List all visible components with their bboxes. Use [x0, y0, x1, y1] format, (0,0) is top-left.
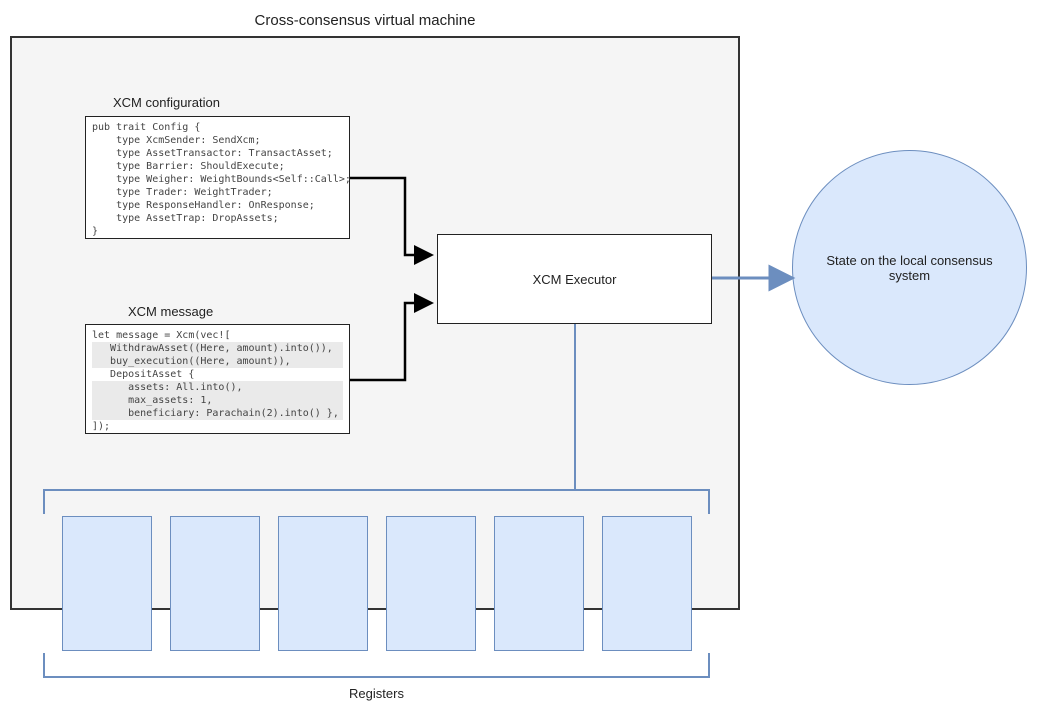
executor-box: XCM Executor: [437, 234, 712, 324]
registers-bracket-top: [43, 489, 710, 514]
code-line: ]);: [92, 420, 343, 433]
register-slot: [170, 516, 260, 651]
register-slot: [386, 516, 476, 651]
config-label: XCM configuration: [113, 95, 220, 110]
registers-bracket-bottom: [43, 653, 710, 678]
register-slot: [494, 516, 584, 651]
message-code-box: let message = Xcm(vec![ WithdrawAsset((H…: [85, 324, 350, 434]
config-code-box: pub trait Config { type XcmSender: SendX…: [85, 116, 350, 239]
register-slot: [278, 516, 368, 651]
code-line: beneficiary: Parachain(2).into() },: [92, 407, 343, 420]
registers-label: Registers: [43, 686, 710, 701]
diagram-root: Cross-consensus virtual machine XCM conf…: [0, 0, 1043, 711]
state-circle: State on the local consensus system: [792, 150, 1027, 385]
code-line: assets: All.into(),: [92, 381, 343, 394]
register-slot: [62, 516, 152, 651]
code-line: buy_execution((Here, amount)),: [92, 355, 343, 368]
state-label: State on the local consensus system: [818, 253, 1001, 283]
code-line: max_assets: 1,: [92, 394, 343, 407]
message-label: XCM message: [128, 304, 213, 319]
diagram-title: Cross-consensus virtual machine: [0, 12, 730, 29]
code-line: WithdrawAsset((Here, amount).into()),: [92, 342, 343, 355]
executor-label: XCM Executor: [533, 272, 617, 287]
code-line: DepositAsset {: [92, 368, 343, 381]
register-slot: [602, 516, 692, 651]
code-line: let message = Xcm(vec![: [92, 329, 343, 342]
